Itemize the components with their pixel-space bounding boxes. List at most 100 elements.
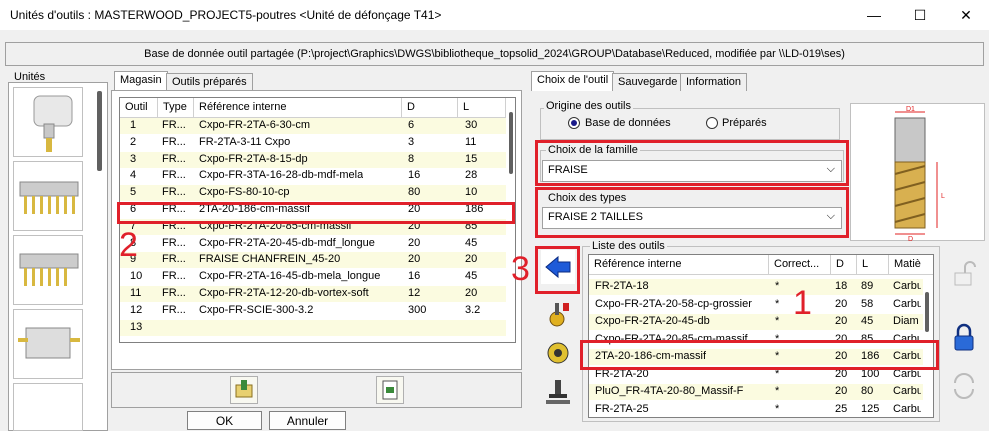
- tool-holder-icon: [546, 380, 570, 404]
- list-item[interactable]: PluO_FR-4TA-20-80_Massif-F * 20 80 Carbu: [589, 384, 923, 400]
- cell-d: 20: [408, 236, 421, 249]
- magasin-scrollbar[interactable]: [509, 112, 513, 174]
- load-tool-button[interactable]: [230, 376, 258, 404]
- list-header-matiere[interactable]: Matiè: [889, 255, 933, 275]
- cell-outil: 10: [130, 270, 143, 283]
- table-row[interactable]: 12 FR... Cxpo-FR-SCIE-300-3.2 300 3.2: [120, 302, 506, 319]
- unit-thumbnail-drill-bank-2[interactable]: [13, 235, 83, 305]
- tab-outils-prepares[interactable]: Outils préparés: [166, 73, 253, 91]
- cell-l: 28: [465, 169, 478, 182]
- origin-label: Origine des outils: [544, 100, 633, 112]
- table-row[interactable]: 1 FR... Cxpo-FR-2TA-6-30-cm 6 30: [120, 118, 506, 134]
- annotation-number-3: 3: [511, 250, 530, 288]
- drill-bank-icon: [19, 181, 79, 214]
- refresh-lock-button[interactable]: [945, 366, 983, 406]
- unit-thumbnail-drill-bank[interactable]: [13, 161, 83, 231]
- tab-information[interactable]: Information: [680, 73, 748, 91]
- list-header-l[interactable]: L: [857, 255, 889, 275]
- cell-d: 3: [408, 135, 415, 148]
- cell-outil: 11: [130, 287, 142, 299]
- column-header-reference[interactable]: Référence interne: [194, 98, 402, 118]
- cell-type: FR...: [162, 270, 186, 283]
- cell-d: 16: [408, 270, 421, 283]
- list-header-correction[interactable]: Correct...: [769, 255, 831, 275]
- magasin-actions: [111, 372, 522, 408]
- cell-correction: *: [775, 280, 780, 292]
- list-item[interactable]: Cxpo-FR-2TA-20-45-db * 20 45 Diam: [589, 314, 923, 330]
- cell-d: 16: [408, 169, 421, 182]
- cell-d: 18: [835, 280, 848, 292]
- column-header-l[interactable]: L: [458, 98, 506, 118]
- edit-tool-button[interactable]: [541, 297, 575, 331]
- column-header-type[interactable]: Type: [158, 98, 194, 118]
- column-header-outil[interactable]: Outil: [120, 98, 158, 118]
- folder-tool-icon: [235, 380, 253, 398]
- table-row[interactable]: 2 FR... FR-2TA-3-11 Cxpo 3 11: [120, 134, 506, 151]
- lock-button[interactable]: [945, 318, 983, 358]
- window-title: Unités d'outils : MASTERWOOD_PROJECT5-po…: [10, 8, 442, 22]
- cell-reference: FR-2TA-3-11 Cxpo: [199, 135, 291, 148]
- close-button[interactable]: ✕: [943, 0, 989, 30]
- unlock-button[interactable]: [945, 254, 983, 294]
- highlight-transfer-button: [535, 246, 580, 294]
- list-header-reference[interactable]: Référence interne: [589, 255, 769, 275]
- table-row[interactable]: 5 FR... Cxpo-FS-80-10-cp 80 10: [120, 185, 506, 202]
- save-tool-button[interactable]: [376, 376, 404, 404]
- table-row[interactable]: 9 FR... FRAISE CHANFREIN_45-20 20 20: [120, 252, 506, 269]
- maximize-button[interactable]: ☐: [897, 0, 943, 30]
- cell-type: FR...: [162, 303, 186, 316]
- cell-type: FR...: [162, 135, 186, 148]
- table-row[interactable]: 4 FR... Cxpo-FR-3TA-16-28-db-mdf-mela 16 28: [120, 168, 506, 185]
- title-bar: Unités d'outils : MASTERWOOD_PROJECT5-po…: [0, 0, 989, 30]
- unit-thumbnail-router[interactable]: [13, 87, 83, 157]
- cell-l: 45: [861, 315, 874, 327]
- holder-tool-button[interactable]: [541, 376, 575, 410]
- cell-matiere: Carbu: [893, 402, 921, 415]
- cell-reference: Cxpo-FR-2TA-16-45-db-mela_longue: [199, 270, 381, 283]
- tab-choix-outil[interactable]: Choix de l'outil: [531, 71, 615, 91]
- tool-list-scrollbar[interactable]: [925, 292, 929, 332]
- database-path: Base de donnée outil partagée (P:\projec…: [5, 42, 984, 66]
- radio-prepared-label[interactable]: Préparés: [722, 117, 767, 129]
- table-row[interactable]: 10 FR... Cxpo-FR-2TA-16-45-db-mela_longue 1…: [120, 269, 506, 286]
- table-row[interactable]: 8 FR... Cxpo-FR-2TA-20-45-db-mdf_longue 20 4…: [120, 235, 506, 252]
- cell-type: FR...: [162, 119, 186, 131]
- tab-sauvegarde[interactable]: Sauvegarde: [612, 73, 684, 91]
- cell-reference: FR-2TA-25: [595, 402, 649, 415]
- cell-type: FR...: [162, 152, 186, 165]
- table-row[interactable]: 3 FR... Cxpo-FR-2TA-8-15-dp 8 15: [120, 151, 506, 168]
- radio-database-label[interactable]: Base de données: [585, 117, 671, 129]
- tab-magasin[interactable]: Magasin: [114, 71, 168, 91]
- units-scrollbar[interactable]: [97, 91, 102, 171]
- radio-prepared[interactable]: [706, 117, 718, 129]
- column-header-d[interactable]: D: [402, 98, 458, 118]
- minimize-button[interactable]: —: [851, 0, 897, 30]
- ok-button[interactable]: OK: [187, 411, 262, 430]
- unit-thumbnail-partial[interactable]: [13, 383, 83, 431]
- units-list[interactable]: [8, 82, 108, 431]
- cancel-button[interactable]: Annuler: [269, 411, 346, 430]
- cell-outil: 12: [130, 303, 143, 316]
- highlight-family: [535, 140, 849, 186]
- cell-d: 20: [835, 297, 848, 310]
- table-row[interactable]: 11 FR... Cxpo-FR-2TA-12-20-db-vortex-soft 1…: [120, 286, 506, 302]
- cell-d: 25: [835, 402, 848, 415]
- cell-type: FR...: [162, 236, 186, 249]
- table-row[interactable]: 13: [120, 319, 506, 336]
- configure-tool-button[interactable]: [541, 336, 575, 370]
- list-header-d[interactable]: D: [831, 255, 857, 275]
- list-item[interactable]: Cxpo-FR-2TA-20-58-cp-grossier * 20 58 Carbu: [589, 296, 923, 313]
- cell-outil: 4: [130, 169, 137, 182]
- cell-d: 20: [835, 315, 848, 327]
- radio-database[interactable]: [568, 117, 580, 129]
- cell-l: 45: [465, 236, 478, 249]
- cell-d: 6: [408, 119, 415, 131]
- highlight-magasin-row: [117, 202, 515, 224]
- cell-matiere: Diam: [893, 315, 919, 327]
- highlight-types: [535, 187, 849, 238]
- cell-reference: Cxpo-FR-2TA-6-30-cm: [199, 119, 311, 131]
- unit-thumbnail-horizontal-head[interactable]: [13, 309, 83, 379]
- tool-list-table[interactable]: Référence interne Correct... D L Matiè F…: [588, 254, 934, 418]
- list-item[interactable]: FR-2TA-18 * 18 89 Carbu: [589, 279, 923, 295]
- list-item[interactable]: FR-2TA-25 * 25 125 Carbu: [589, 401, 923, 417]
